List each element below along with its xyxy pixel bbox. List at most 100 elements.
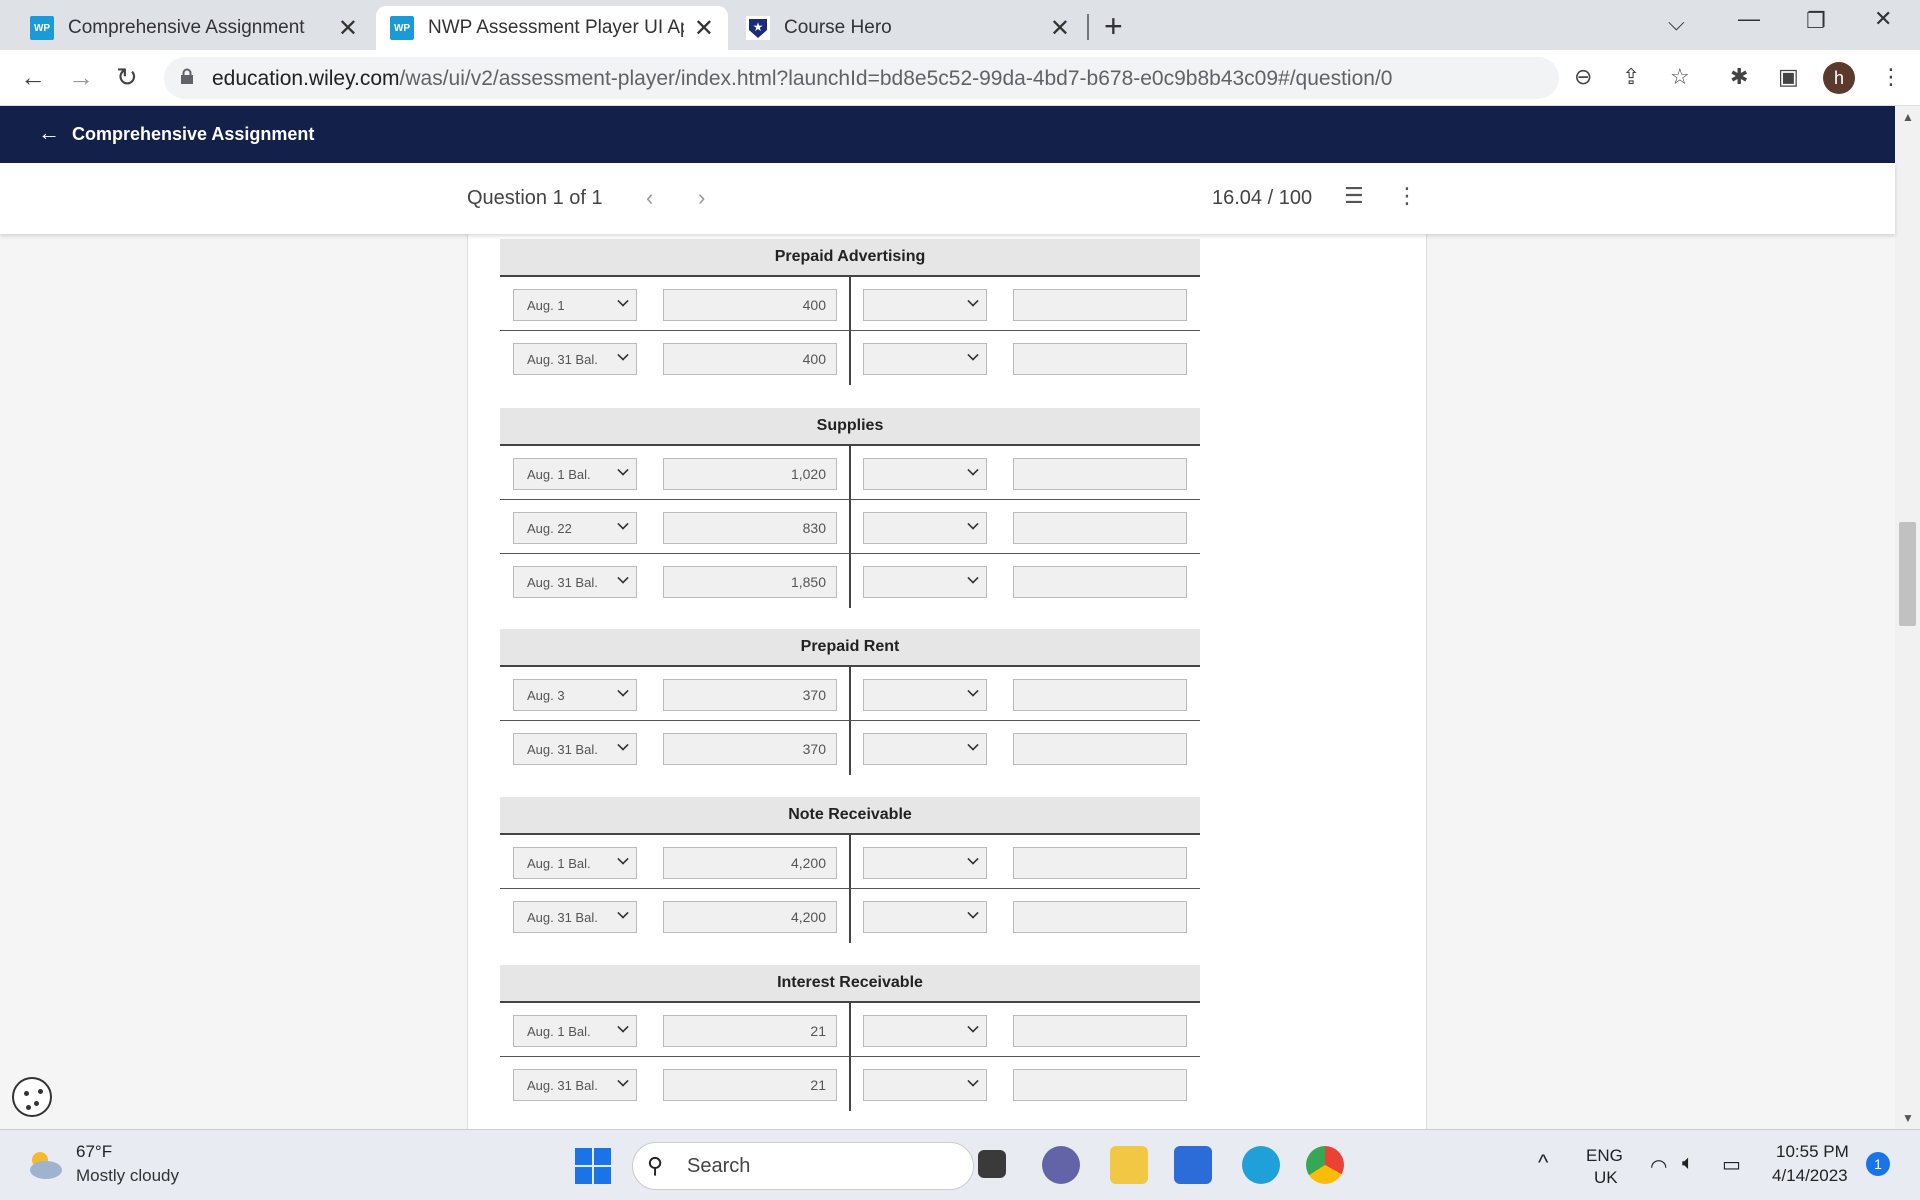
debit-amount-input[interactable]: 370 — [663, 733, 837, 765]
debit-amount-input[interactable]: 1,020 — [663, 458, 837, 490]
assignment-title[interactable]: Comprehensive Assignment — [72, 124, 314, 145]
credit-amount-input[interactable] — [1013, 1069, 1187, 1101]
credit-date-select[interactable] — [863, 343, 987, 375]
window-close-icon[interactable]: ✕ — [1874, 6, 1892, 32]
debit-amount-input[interactable]: 400 — [663, 343, 837, 375]
cloudy-weather-icon[interactable] — [24, 1146, 64, 1182]
tab-course-hero[interactable]: ★ Course Hero ✕ — [732, 6, 1084, 50]
scrollbar-thumb[interactable] — [1899, 522, 1916, 626]
volume-icon[interactable]: 🔈︎ — [1682, 1152, 1694, 1175]
close-icon[interactable]: ✕ — [338, 14, 358, 43]
minimize-icon[interactable]: — — [1738, 6, 1760, 32]
debit-amount-input[interactable]: 4,200 — [663, 901, 837, 933]
edge-browser-icon[interactable] — [1242, 1146, 1280, 1184]
wifi-icon[interactable]: ◠ — [1650, 1154, 1667, 1179]
credit-date-select[interactable] — [863, 289, 987, 321]
debit-date-select[interactable]: Aug. 31 Bal. — [513, 901, 637, 933]
windows-start-icon[interactable] — [575, 1148, 611, 1184]
page-scrollbar[interactable]: ▲ ▼ — [1895, 106, 1920, 1129]
file-explorer-icon[interactable] — [1110, 1146, 1148, 1184]
debit-amount-input[interactable]: 21 — [663, 1069, 837, 1101]
debit-amount-input[interactable]: 370 — [663, 679, 837, 711]
debit-date-select[interactable]: Aug. 3 — [513, 679, 637, 711]
debit-amount-input[interactable]: 21 — [663, 1015, 837, 1047]
address-bar[interactable]: education.wiley.com/was/ui/v2/assessment… — [164, 57, 1559, 99]
chevron-down-icon — [967, 907, 979, 919]
debit-date-select[interactable]: Aug. 31 Bal. — [513, 343, 637, 375]
credit-amount-input[interactable] — [1013, 733, 1187, 765]
credit-date-select[interactable] — [863, 679, 987, 711]
language-top[interactable]: ENG — [1586, 1146, 1623, 1166]
debit-amount-input[interactable]: 1,850 — [663, 566, 837, 598]
credit-date-select[interactable] — [863, 1069, 987, 1101]
debit-amount-input[interactable]: 400 — [663, 289, 837, 321]
credit-date-select[interactable] — [863, 733, 987, 765]
credit-amount-input[interactable] — [1013, 679, 1187, 711]
debit-amount-input[interactable]: 830 — [663, 512, 837, 544]
chevron-down-icon — [967, 853, 979, 865]
scroll-down-icon[interactable]: ▼ — [1902, 1111, 1914, 1125]
credit-amount-input[interactable] — [1013, 289, 1187, 321]
chrome-browser-icon[interactable] — [1306, 1146, 1344, 1184]
credit-amount-input[interactable] — [1013, 343, 1187, 375]
notification-badge[interactable]: 1 — [1866, 1152, 1890, 1176]
microsoft-store-icon[interactable] — [1174, 1146, 1212, 1184]
task-view-icon[interactable] — [978, 1150, 1006, 1178]
app-header: ← Comprehensive Assignment — [0, 106, 1895, 163]
credit-date-select[interactable] — [863, 1015, 987, 1047]
scroll-up-icon[interactable]: ▲ — [1902, 110, 1914, 124]
battery-icon[interactable]: ▭ — [1722, 1152, 1741, 1177]
reload-icon[interactable]: ↻ — [116, 62, 138, 93]
credit-date-select[interactable] — [863, 512, 987, 544]
new-tab-icon[interactable]: + — [1104, 8, 1123, 45]
credit-date-select[interactable] — [863, 458, 987, 490]
next-question-icon[interactable]: › — [698, 185, 705, 211]
more-options-icon[interactable]: ⋮ — [1396, 183, 1418, 209]
credit-amount-input[interactable] — [1013, 847, 1187, 879]
share-icon[interactable]: ⇪ — [1622, 64, 1640, 90]
back-arrow-icon[interactable]: ← — [20, 62, 46, 93]
debit-amount-input[interactable]: 4,200 — [663, 847, 837, 879]
credit-amount-input[interactable] — [1013, 512, 1187, 544]
show-hidden-icons-icon[interactable]: ^ — [1538, 1150, 1548, 1176]
browser-menu-icon[interactable]: ⋮ — [1880, 64, 1902, 90]
weather-temperature[interactable]: 67°F — [76, 1142, 112, 1162]
debit-date-select[interactable]: Aug. 31 Bal. — [513, 1069, 637, 1101]
debit-date-select[interactable]: Aug. 31 Bal. — [513, 566, 637, 598]
restore-icon[interactable]: ❐ — [1806, 8, 1826, 34]
debit-date-select[interactable]: Aug. 1 Bal. — [513, 458, 637, 490]
debit-date-select[interactable]: Aug. 1 — [513, 289, 637, 321]
teams-chat-icon[interactable] — [1042, 1146, 1080, 1184]
clock-time[interactable]: 10:55 PM — [1776, 1142, 1849, 1162]
previous-question-icon[interactable]: ‹ — [646, 185, 653, 211]
taskbar-search[interactable]: ⚲ Search — [632, 1142, 974, 1190]
credit-date-select[interactable] — [863, 847, 987, 879]
credit-date-select[interactable] — [863, 566, 987, 598]
credit-amount-input[interactable] — [1013, 1015, 1187, 1047]
zoom-icon[interactable]: ⊖ — [1574, 64, 1592, 90]
credit-amount-input[interactable] — [1013, 901, 1187, 933]
tab-comprehensive-assignment[interactable]: WP Comprehensive Assignment ✕ — [16, 6, 372, 50]
tab-nwp-assessment-player[interactable]: WP NWP Assessment Player UI Appli ✕ — [376, 6, 728, 50]
weather-condition[interactable]: Mostly cloudy — [76, 1166, 179, 1186]
extensions-icon[interactable]: ✱ — [1730, 64, 1748, 90]
close-icon[interactable]: ✕ — [694, 14, 714, 43]
credit-date-select[interactable] — [863, 901, 987, 933]
debit-date-select[interactable]: Aug. 1 Bal. — [513, 1015, 637, 1047]
debit-date-select[interactable]: Aug. 31 Bal. — [513, 733, 637, 765]
side-panel-icon[interactable]: ▣ — [1778, 64, 1799, 90]
close-icon[interactable]: ✕ — [1050, 14, 1070, 43]
language-bottom[interactable]: UK — [1594, 1168, 1618, 1188]
debit-date-select[interactable]: Aug. 1 Bal. — [513, 847, 637, 879]
back-arrow-icon[interactable]: ← — [38, 120, 60, 146]
tab-search-chevron-icon[interactable]: ⌵ — [1668, 10, 1685, 36]
clock-date[interactable]: 4/14/2023 — [1772, 1166, 1848, 1186]
credit-amount-input[interactable] — [1013, 566, 1187, 598]
credit-amount-input[interactable] — [1013, 458, 1187, 490]
question-list-icon[interactable]: ☰ — [1344, 183, 1364, 209]
cookie-settings-icon[interactable] — [12, 1077, 52, 1117]
debit-date-select[interactable]: Aug. 22 — [513, 512, 637, 544]
bookmark-star-icon[interactable]: ☆ — [1670, 64, 1690, 90]
profile-avatar[interactable]: h — [1823, 62, 1855, 94]
forward-arrow-icon[interactable]: → — [68, 62, 94, 93]
